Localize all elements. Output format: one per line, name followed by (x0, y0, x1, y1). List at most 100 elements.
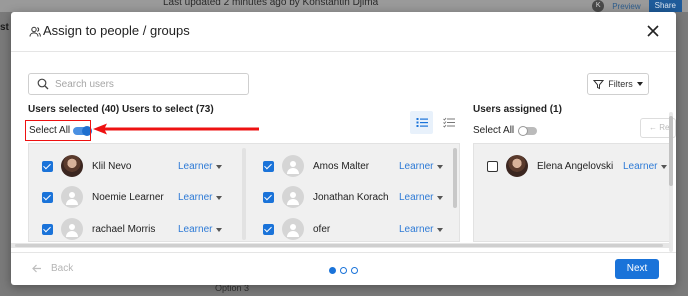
list-item[interactable]: Jonathan Korach (263, 186, 389, 208)
background-left-text: st (0, 22, 9, 33)
toggle-knob (518, 126, 528, 136)
user-name: Noemie Learner (92, 191, 164, 203)
chevron-down-icon (636, 82, 643, 86)
search-box[interactable] (28, 73, 249, 95)
user-name: Amos Malter (313, 160, 370, 172)
chevron-down-icon (437, 227, 444, 232)
horizontal-scrollbar-thumb[interactable] (15, 244, 663, 247)
user-placeholder-icon (287, 192, 299, 205)
list-view-button[interactable] (410, 111, 433, 134)
back-button[interactable]: Back (32, 263, 73, 274)
search-input[interactable] (55, 76, 240, 92)
user-checkbox[interactable] (263, 160, 274, 172)
assigned-select-all-label: Select All (473, 125, 515, 136)
step-dot-2 (340, 267, 347, 274)
user-placeholder-icon (287, 161, 299, 174)
checklist-view-button[interactable] (437, 111, 460, 134)
preview-button[interactable]: Preview (612, 2, 640, 11)
assign-modal: Assign to people / groups Filters Users … (11, 12, 676, 285)
chevron-down-icon (437, 195, 444, 200)
arrow-left-icon: ← (649, 123, 657, 132)
user-checkbox[interactable] (42, 223, 53, 235)
list-item[interactable]: Amos Malter (263, 155, 369, 177)
user-placeholder-icon (66, 224, 78, 237)
avatar (282, 186, 304, 208)
users-assigned-heading: Users assigned (1) (473, 104, 562, 115)
last-updated-text: Last updated 2 minutes ago by Konstantin… (163, 0, 379, 8)
role-dropdown[interactable]: Learner (178, 224, 223, 235)
role-label: Learner (623, 161, 658, 172)
share-button[interactable]: Share (648, 0, 682, 12)
top-bar-actions: K Preview Share (592, 0, 688, 12)
remove-button-label: Re (659, 123, 670, 132)
role-label: Learner (178, 161, 213, 172)
user-checkbox[interactable] (42, 160, 53, 172)
list-view-icon (416, 118, 428, 127)
close-icon[interactable] (646, 24, 660, 38)
filter-icon (593, 79, 605, 89)
users-selected-heading: Users selected (40) Users to select (73) (28, 104, 214, 115)
step-dot-3 (351, 267, 358, 274)
role-label: Learner (399, 161, 434, 172)
avatar (282, 218, 304, 240)
role-label: Learner (178, 224, 213, 235)
user-name: Jonathan Korach (313, 191, 389, 203)
avatar (61, 186, 83, 208)
chevron-down-icon (661, 164, 668, 169)
list-item[interactable]: Klil Nevo (42, 155, 131, 177)
list-item[interactable]: Elena Angelovski (487, 155, 613, 177)
next-button[interactable]: Next (615, 259, 659, 279)
modal-scrollbar[interactable] (669, 116, 673, 186)
role-dropdown[interactable]: Learner (399, 161, 444, 172)
modal-header: Assign to people / groups (11, 12, 676, 52)
user-avatar[interactable]: K (592, 0, 605, 12)
list-item[interactable]: Noemie Learner (42, 186, 164, 208)
back-label: Back (51, 263, 74, 274)
assigned-select-all-toggle[interactable] (518, 126, 537, 136)
user-checkbox[interactable] (42, 191, 53, 203)
role-dropdown[interactable]: Learner (399, 224, 444, 235)
user-name: ofer (313, 223, 331, 235)
app-top-bar: Last updated 2 minutes ago by Konstantin… (0, 0, 688, 12)
chevron-down-icon (216, 227, 223, 232)
users-to-select-list: Klil Nevo Learner Noemie Learner Learner… (28, 143, 460, 242)
user-name: Klil Nevo (92, 160, 132, 172)
role-dropdown[interactable]: Learner (178, 161, 223, 172)
filters-button[interactable]: Filters (587, 73, 649, 95)
role-dropdown[interactable]: Learner (178, 192, 223, 203)
avatar (506, 155, 528, 177)
user-name: rachael Morris (92, 223, 156, 235)
search-icon (37, 78, 49, 90)
avatar (61, 155, 83, 177)
role-label: Learner (178, 192, 213, 203)
role-dropdown[interactable]: Learner (399, 192, 444, 203)
arrow-left-icon (32, 264, 41, 273)
filters-label: Filters (608, 79, 633, 89)
modal-footer: Back Next (11, 252, 676, 285)
user-checkbox[interactable] (263, 191, 274, 203)
user-placeholder-icon (66, 192, 78, 205)
modal-title: Assign to people / groups (43, 23, 190, 38)
step-indicator (329, 267, 358, 274)
step-dot-1 (329, 267, 336, 274)
user-checkbox[interactable] (263, 223, 274, 235)
annotation-arrow-icon (93, 123, 259, 135)
people-icon (29, 26, 41, 37)
role-label: Learner (399, 224, 434, 235)
chevron-down-icon (216, 195, 223, 200)
horizontal-scrollbar[interactable] (11, 243, 671, 248)
user-name: Elena Angelovski (537, 160, 614, 172)
role-label: Learner (399, 192, 434, 203)
users-assigned-list: Elena Angelovski Learner (473, 143, 671, 242)
chevron-down-icon (216, 164, 223, 169)
column-divider (242, 148, 246, 240)
list-item[interactable]: ofer (263, 218, 330, 240)
annotation-highlight-box (25, 120, 91, 141)
avatar (282, 155, 304, 177)
checklist-view-icon (442, 117, 455, 128)
list-item[interactable]: rachael Morris (42, 218, 155, 240)
user-placeholder-icon (287, 224, 299, 237)
list-scrollbar[interactable] (453, 148, 457, 208)
user-checkbox[interactable] (487, 160, 498, 172)
role-dropdown[interactable]: Learner (623, 161, 668, 172)
